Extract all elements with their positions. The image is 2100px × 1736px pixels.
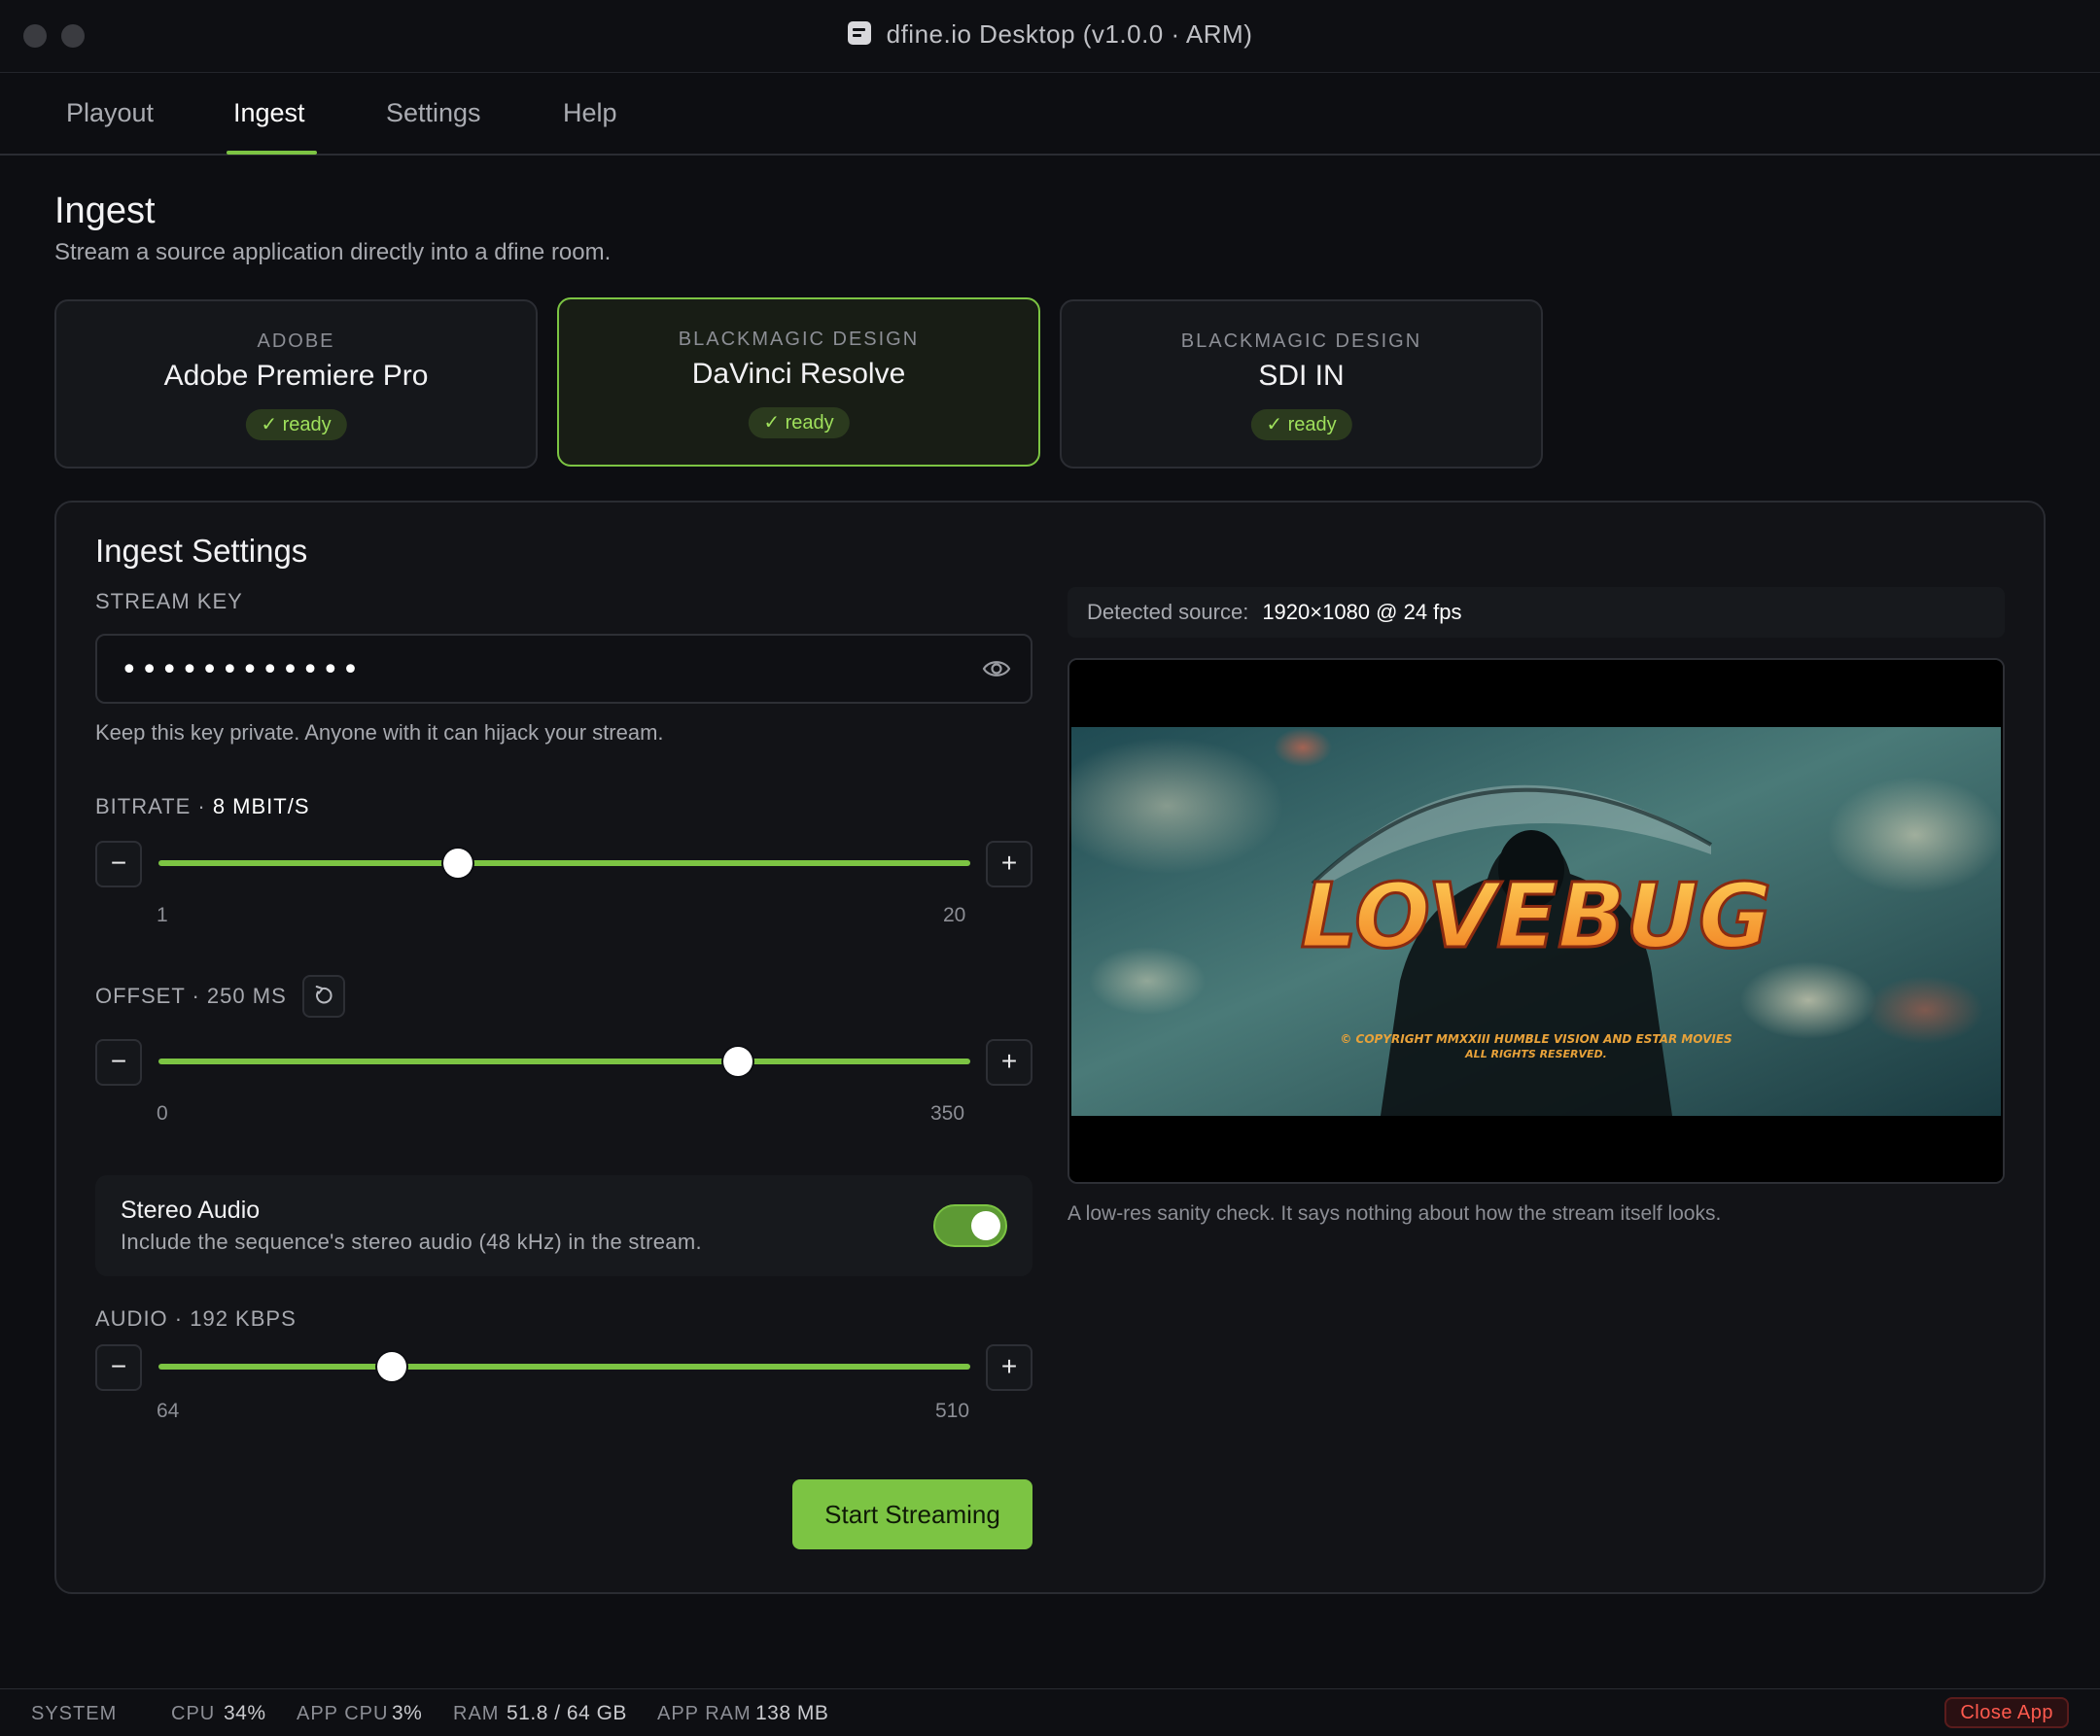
app-ram-label: APP RAM (657, 1703, 752, 1724)
status-badge: ✓ ready (245, 409, 347, 440)
app-ram-value: 138 MB (755, 1702, 829, 1724)
app-cpu-value: 3% (392, 1702, 423, 1724)
bitrate-label: BITRATE · 8 MBIT/S (95, 794, 310, 819)
source-name: Adobe Premiere Pro (163, 360, 429, 392)
audio-label: AUDIO · 192 KBPS (95, 1306, 297, 1331)
source-vendor: BLACKMAGIC DESIGN (1180, 330, 1422, 352)
app-logo-icon (847, 21, 871, 46)
poster-title: LOVEBUG (1301, 864, 1772, 968)
audio-increment-button[interactable]: + (986, 1344, 1032, 1391)
stream-key-label: STREAM KEY (95, 589, 243, 613)
eye-icon[interactable] (982, 657, 1011, 680)
detected-source-bar: Detected source: 1920×1080 @ 24 fps (1068, 587, 2005, 638)
source-name: SDI IN (1258, 360, 1345, 392)
title-bar: dfine.io Desktop (v1.0.0 · ARM) (0, 0, 2100, 73)
source-card-premiere[interactable]: ADOBE Adobe Premiere Pro ✓ ready (54, 299, 538, 469)
bitrate-decrement-button[interactable]: − (95, 841, 142, 887)
tab-help[interactable]: Help (563, 98, 617, 128)
start-streaming-button[interactable]: Start Streaming (792, 1479, 1032, 1549)
status-badge: ✓ ready (1250, 409, 1352, 440)
offset-min-label: 0 (157, 1102, 168, 1125)
preview-frame: LOVEBUG © COPYRIGHT MMXXIII HUMBLE VISIO… (1069, 660, 2003, 1182)
page-subtitle: Stream a source application directly int… (54, 239, 612, 265)
stream-key-field (95, 634, 1032, 704)
source-vendor: ADOBE (257, 330, 335, 352)
preview-note: A low-res sanity check. It says nothing … (1068, 1202, 1722, 1225)
source-card-davinci[interactable]: BLACKMAGIC DESIGN DaVinci Resolve ✓ read… (557, 297, 1040, 467)
offset-slider[interactable] (158, 1047, 970, 1076)
window-title-wrap: dfine.io Desktop (v1.0.0 · ARM) (0, 19, 2100, 50)
active-tab-indicator (227, 151, 317, 155)
audio-max-label: 510 (935, 1400, 970, 1422)
source-card-sdi[interactable]: BLACKMAGIC DESIGN SDI IN ✓ ready (1060, 299, 1543, 469)
offset-reset-button[interactable] (302, 975, 345, 1018)
stereo-audio-title: Stereo Audio (121, 1197, 261, 1224)
bitrate-max-label: 20 (943, 904, 966, 926)
tab-settings[interactable]: Settings (386, 98, 481, 128)
status-bar: SYSTEM CPU 34% APP CPU 3% RAM 51.8 / 64 … (0, 1688, 2100, 1736)
stereo-audio-description: Include the sequence's stereo audio (48 … (121, 1230, 702, 1254)
tab-playout[interactable]: Playout (66, 98, 154, 128)
bitrate-increment-button[interactable]: + (986, 841, 1032, 887)
offset-increment-button[interactable]: + (986, 1039, 1032, 1086)
offset-decrement-button[interactable]: − (95, 1039, 142, 1086)
stream-key-input[interactable] (121, 651, 957, 688)
offset-label: OFFSET · 250 MS (95, 984, 287, 1008)
detected-source-label: Detected source: (1087, 600, 1249, 624)
tab-ingest[interactable]: Ingest (233, 98, 305, 128)
system-label: SYSTEM (31, 1703, 118, 1724)
audio-slider-thumb[interactable] (376, 1352, 406, 1381)
audio-slider[interactable] (158, 1352, 970, 1381)
detected-source-value: 1920×1080 @ 24 fps (1262, 600, 1462, 624)
bitrate-slider[interactable] (158, 849, 970, 878)
bitrate-min-label: 1 (157, 904, 168, 926)
ingest-settings-title: Ingest Settings (95, 533, 308, 569)
stereo-audio-toggle[interactable] (933, 1204, 1007, 1247)
toggle-knob (971, 1211, 1000, 1240)
cpu-label: CPU (171, 1703, 216, 1724)
bitrate-value: 8 MBIT/S (212, 794, 310, 818)
stereo-audio-setting: Stereo Audio Include the sequence's ster… (95, 1175, 1032, 1276)
stream-key-help: Keep this key private. Anyone with it ca… (95, 720, 664, 745)
audio-min-label: 64 (157, 1400, 180, 1422)
cpu-value: 34% (224, 1702, 266, 1724)
source-vendor: BLACKMAGIC DESIGN (678, 329, 920, 350)
ram-label: RAM (453, 1703, 500, 1724)
poster-credit-line-1: © COPYRIGHT MMXXIII HUMBLE VISION AND ES… (1340, 1032, 1732, 1046)
window-title: dfine.io Desktop (v1.0.0 · ARM) (886, 19, 1253, 49)
app-cpu-label: APP CPU (297, 1703, 389, 1724)
source-name: DaVinci Resolve (691, 358, 906, 390)
poster-credit-line-2: ALL RIGHTS RESERVED. (1464, 1048, 1607, 1060)
bitrate-slider-thumb[interactable] (442, 849, 472, 878)
close-app-button[interactable]: Close App (1944, 1697, 2069, 1728)
ram-value: 51.8 / 64 GB (507, 1702, 627, 1724)
reset-icon (315, 986, 332, 1004)
status-badge: ✓ ready (748, 407, 850, 438)
bitrate-label-prefix: BITRATE · (95, 794, 213, 818)
audio-decrement-button[interactable]: − (95, 1344, 142, 1391)
page-title: Ingest (54, 191, 156, 231)
source-preview: LOVEBUG © COPYRIGHT MMXXIII HUMBLE VISIO… (1068, 658, 2005, 1184)
tab-bar: Playout Ingest Settings Help (0, 73, 2100, 156)
offset-max-label: 350 (930, 1102, 965, 1125)
